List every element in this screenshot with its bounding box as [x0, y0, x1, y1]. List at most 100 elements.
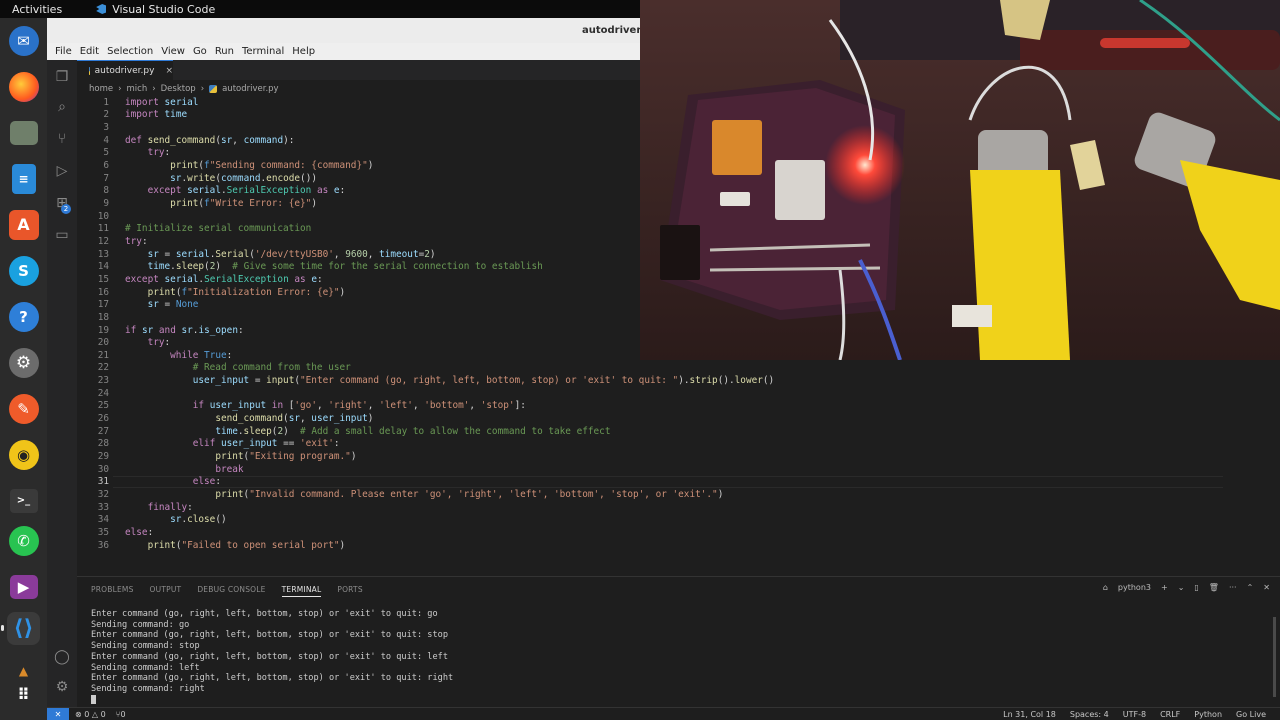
- tab-debug-console[interactable]: DEBUG CONSOLE: [197, 585, 265, 597]
- dock-postman[interactable]: ✎: [7, 392, 40, 425]
- language-mode[interactable]: Python: [1194, 710, 1222, 719]
- run-debug-icon[interactable]: ▷: [53, 162, 71, 180]
- encoding[interactable]: UTF-8: [1123, 710, 1146, 719]
- line-number: 21: [97, 349, 109, 361]
- dock-writer[interactable]: ≡: [7, 162, 40, 195]
- more-actions-icon[interactable]: ···: [1229, 583, 1237, 592]
- terminal-shell-name[interactable]: python3: [1118, 583, 1151, 592]
- menu-help[interactable]: Help: [292, 46, 315, 57]
- breadcrumb-desktop[interactable]: Desktop: [161, 84, 196, 94]
- line-code: while True:: [170, 349, 233, 361]
- line-number: 4: [103, 134, 109, 146]
- line-code: try:: [147, 337, 171, 349]
- dock-skype[interactable]: S: [7, 254, 40, 287]
- dock-thunderbird[interactable]: ✉: [7, 24, 40, 57]
- split-terminal-icon[interactable]: ▯: [1194, 583, 1198, 592]
- code-line[interactable]: 24: [77, 387, 1247, 400]
- code-line[interactable]: 31 else:: [77, 475, 1247, 489]
- code-line[interactable]: 36 print("Failed to open serial port"): [77, 539, 1247, 552]
- kill-terminal-icon[interactable]: 🗑: [1209, 583, 1219, 592]
- tab-problems[interactable]: PROBLEMS: [91, 585, 134, 597]
- dock-firefox[interactable]: [7, 70, 40, 103]
- breadcrumb-home[interactable]: home: [89, 84, 113, 94]
- breadcrumb: home › mich › Desktop › autodriver.py: [89, 84, 279, 94]
- line-number: 5: [103, 147, 109, 159]
- menu-view[interactable]: View: [161, 46, 185, 57]
- manage-gear-icon[interactable]: ⚙: [53, 678, 71, 696]
- code-line[interactable]: 33 finally:: [77, 501, 1247, 514]
- indentation[interactable]: Spaces: 4: [1070, 710, 1109, 719]
- activity-bar: ❐ ⌕ ⑂ ▷ ⊞ 2 ▭ ◯ ⚙: [47, 60, 77, 707]
- dock-terminal[interactable]: >_: [7, 484, 40, 517]
- menu-file[interactable]: File: [55, 46, 72, 57]
- menu-edit[interactable]: Edit: [80, 46, 99, 57]
- search-icon[interactable]: ⌕: [53, 98, 71, 116]
- line-code: import serial: [125, 96, 199, 108]
- tab-autodriver[interactable]: autodriver.py ×: [77, 60, 173, 80]
- dock-whatsapp[interactable]: ✆: [7, 524, 40, 557]
- line-code: print(f"Sending command: {command}"): [170, 160, 374, 172]
- line-number: 22: [97, 362, 109, 374]
- problems-count[interactable]: ⊗ 0 △ 0: [75, 710, 106, 719]
- python-file-icon: [89, 66, 90, 75]
- menu-run[interactable]: Run: [215, 46, 234, 57]
- line-code: print("Invalid command. Please enter 'go…: [215, 488, 724, 500]
- app-menu[interactable]: Visual Studio Code: [96, 3, 215, 16]
- account-icon[interactable]: ◯: [53, 648, 71, 666]
- line-code: def send_command(sr, command):: [125, 134, 295, 146]
- terminal-line: Enter command (go, right, left, bottom, …: [91, 609, 438, 619]
- code-line[interactable]: 25 if user_input in ['go', 'right', 'lef…: [77, 400, 1247, 413]
- remote-explorer-icon[interactable]: ▭: [53, 226, 71, 244]
- close-tab-icon[interactable]: ×: [165, 66, 173, 76]
- line-code: # Initialize serial communication: [125, 223, 312, 235]
- tab-output[interactable]: OUTPUT: [150, 585, 182, 597]
- dock-software[interactable]: A: [7, 208, 40, 241]
- menu-selection[interactable]: Selection: [107, 46, 153, 57]
- line-code: import time: [125, 109, 188, 121]
- line-code: print("Exiting program."): [215, 451, 357, 462]
- dock-settings[interactable]: ⚙: [7, 346, 40, 379]
- menu-go[interactable]: Go: [193, 46, 207, 57]
- code-line[interactable]: 23 user_input = input("Enter command (go…: [77, 374, 1247, 387]
- tab-terminal[interactable]: TERMINAL: [281, 585, 322, 597]
- line-code: time.sleep(2) # Add a small delay to all…: [215, 425, 611, 437]
- menu-terminal[interactable]: Terminal: [242, 46, 284, 57]
- end-of-line[interactable]: CRLF: [1160, 710, 1180, 719]
- dock-rhythmbox[interactable]: ◉: [7, 438, 40, 471]
- dock-files[interactable]: [7, 116, 40, 149]
- dock-video[interactable]: ▶: [7, 570, 40, 603]
- terminal-dropdown-icon[interactable]: ⌄: [1178, 583, 1185, 592]
- dock-vscode[interactable]: ⟨⟩: [7, 612, 40, 645]
- ports-count[interactable]: ⑂0: [116, 710, 126, 719]
- maximize-panel-icon[interactable]: ⌃: [1247, 583, 1254, 592]
- breadcrumb-file[interactable]: autodriver.py: [222, 84, 278, 94]
- code-line[interactable]: 32 print("Invalid command. Please enter …: [77, 488, 1247, 501]
- code-line[interactable]: 30 break: [77, 463, 1247, 476]
- code-line[interactable]: 26 send_command(sr, user_input): [77, 412, 1247, 425]
- dock-help[interactable]: ?: [7, 300, 40, 333]
- terminal-prompt[interactable]: [91, 694, 453, 706]
- terminal-scrollbar[interactable]: [1273, 617, 1276, 697]
- code-line[interactable]: 28 elif user_input == 'exit':: [77, 438, 1247, 451]
- explorer-icon[interactable]: ❐: [53, 68, 71, 86]
- breadcrumb-mich[interactable]: mich: [127, 84, 148, 94]
- code-line[interactable]: 34 sr.close(): [77, 513, 1247, 526]
- line-code: print(f"Initialization Error: {e}"): [147, 286, 346, 298]
- close-panel-icon[interactable]: ✕: [1263, 583, 1270, 592]
- code-line[interactable]: 35 else:: [77, 526, 1247, 539]
- tab-ports[interactable]: PORTS: [337, 585, 362, 597]
- code-line[interactable]: 29 print("Exiting program."): [77, 450, 1247, 463]
- line-code: if user_input in ['go', 'right', 'left',…: [192, 400, 526, 412]
- terminal-output[interactable]: Enter command (go, right, left, bottom, …: [91, 609, 453, 705]
- line-number: 31: [97, 476, 109, 488]
- activities-button[interactable]: Activities: [0, 3, 74, 16]
- code-line[interactable]: 27 time.sleep(2) # Add a small delay to …: [77, 425, 1247, 438]
- source-control-icon[interactable]: ⑂: [53, 130, 71, 148]
- terminal-line: Sending command: stop: [91, 641, 200, 652]
- new-terminal-button[interactable]: +: [1161, 583, 1168, 592]
- show-apps-button[interactable]: ⠿: [7, 678, 40, 711]
- code-line[interactable]: 22 # Read command from the user: [77, 362, 1247, 375]
- remote-indicator-icon[interactable]: ✕: [47, 708, 69, 720]
- go-live-button[interactable]: Go Live: [1236, 710, 1266, 719]
- cursor-position[interactable]: Ln 31, Col 18: [1003, 710, 1056, 719]
